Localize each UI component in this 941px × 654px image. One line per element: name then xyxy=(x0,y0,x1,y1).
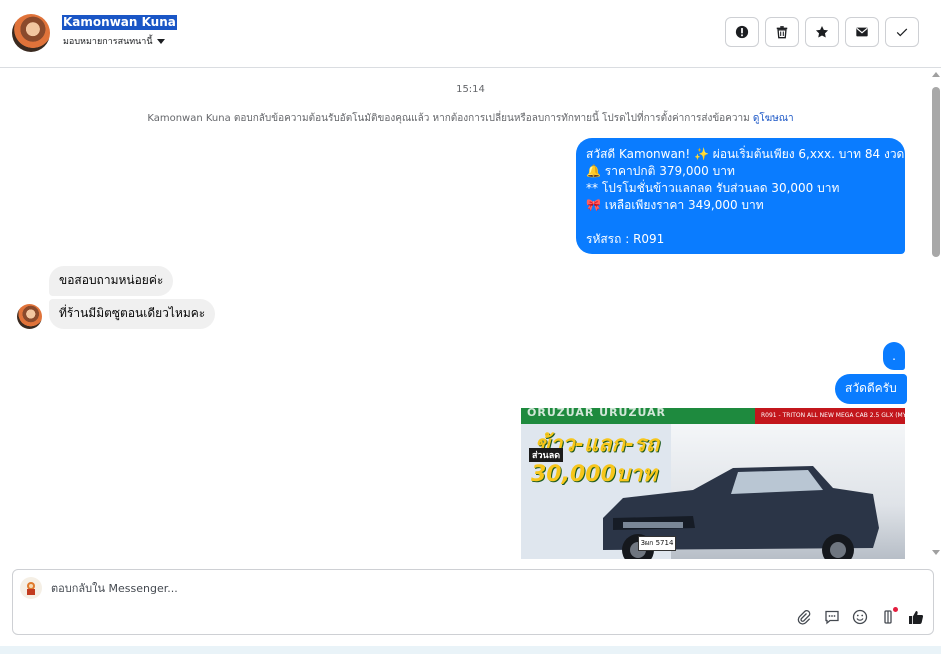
spam-icon xyxy=(735,25,749,39)
promo-message-bubble[interactable]: สวัสดี Kamonwan! ✨ ผ่อนเริ่มต้นเพียง 6,x… xyxy=(576,138,905,254)
page-avatar xyxy=(20,577,42,599)
pickup-truck-illustration xyxy=(603,466,879,559)
attach-icon xyxy=(797,610,811,625)
page-logo-icon xyxy=(27,582,35,595)
incoming-message-bubble[interactable]: ขอสอบถามหน่อยค่ะ xyxy=(49,266,174,296)
license-plate: 3ผก 5714 xyxy=(638,536,676,551)
conversation-header: Kamonwan Kuna มอบหมายการสนทนานี้ xyxy=(0,0,941,68)
promo-line: ** โปรโมชั่นข้าวแลกลด รับส่วนลด 30,000 บ… xyxy=(586,181,840,195)
contact-name[interactable]: Kamonwan Kuna xyxy=(62,15,177,30)
delete-button[interactable] xyxy=(765,17,799,47)
star-button[interactable] xyxy=(805,17,839,47)
outgoing-message-bubble[interactable]: . xyxy=(883,342,905,370)
promo-line: สวัสดี Kamonwan! ✨ ผ่อนเริ่มต้นเพียง 6,x… xyxy=(586,147,905,161)
saved-reply-icon xyxy=(825,610,839,625)
header-actions xyxy=(725,17,919,47)
promo-line xyxy=(586,214,895,231)
chevron-down-icon xyxy=(156,38,165,44)
attach-button[interactable] xyxy=(795,608,813,626)
messenger-inbox: Kamonwan Kuna มอบหมายการสนทนานี้ 15:14 K… xyxy=(0,0,941,646)
mail-icon xyxy=(856,27,868,37)
outgoing-message-bubble[interactable]: สวัดดีครับ xyxy=(835,374,907,404)
scrollbar-thumb[interactable] xyxy=(932,87,940,257)
notification-dot xyxy=(893,607,898,612)
sender-avatar xyxy=(17,304,42,329)
incoming-message-bubble[interactable]: ที่ร้านมีมิตซูตอนเดียวไหมคะ xyxy=(49,299,216,329)
mark-spam-button[interactable] xyxy=(725,17,759,47)
promo-line: 🎀 เหลือเพียงราคา 349,000 บาท xyxy=(586,198,764,212)
thread-scrollbar[interactable] xyxy=(931,69,941,559)
image-banner-text: ORUZUAR URUZUAR xyxy=(527,408,667,419)
check-icon xyxy=(896,28,908,37)
contact-avatar[interactable] xyxy=(12,14,50,52)
saved-replies-button[interactable] xyxy=(823,608,841,626)
promo-line: 🔔 ราคาปกติ 379,000 บาท xyxy=(586,164,735,178)
star-icon xyxy=(815,26,829,38)
scroll-down-arrow-icon[interactable] xyxy=(932,550,940,555)
system-note: Kamonwan Kuna ตอบกลับข้อความต้อนรับอัตโน… xyxy=(0,111,941,126)
message-timestamp: 15:14 xyxy=(456,84,485,95)
composer-tools xyxy=(795,607,925,626)
assign-conversation-dropdown[interactable]: มอบหมายการสนทนานี้ xyxy=(63,34,165,48)
like-button[interactable] xyxy=(907,608,925,626)
reply-composer xyxy=(12,569,934,635)
trash-icon xyxy=(776,26,788,39)
message-input[interactable] xyxy=(51,582,751,595)
like-icon xyxy=(909,611,924,624)
emoji-button[interactable] xyxy=(851,608,869,626)
message-thread[interactable]: 15:14 Kamonwan Kuna ตอบกลับข้อความต้อนรั… xyxy=(0,69,941,559)
apps-button[interactable] xyxy=(879,607,898,626)
assign-label: มอบหมายการสนทนานี้ xyxy=(63,37,153,47)
mark-unread-button[interactable] xyxy=(845,17,879,47)
view-ad-link[interactable]: ดูโฆษณา xyxy=(753,113,794,124)
emoji-icon xyxy=(852,609,868,625)
image-model-tag: R091 - TRITON ALL NEW MEGA CAB 2.5 GLX (… xyxy=(755,408,905,424)
promo-line: รหัสรถ : R091 xyxy=(586,232,665,246)
promo-car-image[interactable]: ORUZUAR URUZUAR R091 - TRITON ALL NEW ME… xyxy=(521,408,905,559)
system-note-text: Kamonwan Kuna ตอบกลับข้อความต้อนรับอัตโน… xyxy=(147,113,750,124)
mark-done-button[interactable] xyxy=(885,17,919,47)
scroll-up-arrow-icon[interactable] xyxy=(932,72,940,77)
